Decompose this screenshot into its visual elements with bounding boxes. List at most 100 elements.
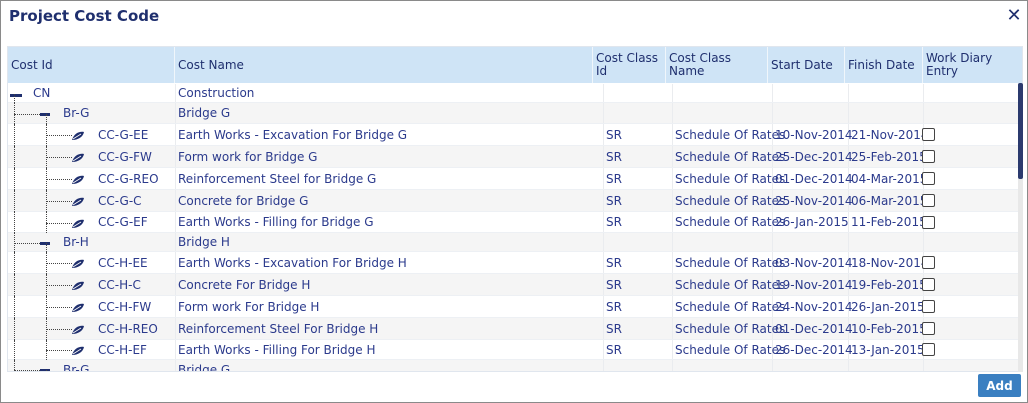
work-diary-checkbox[interactable] [922, 300, 935, 313]
header-cost-class-id[interactable]: Cost Class Id [593, 47, 666, 83]
table-row[interactable]: CC-G-REO Reinforcement Steel for Bridge G… [8, 168, 1018, 190]
cost-name-cell: Earth Works - Filling For Bridge H [178, 342, 376, 357]
collapse-icon[interactable] [40, 369, 50, 371]
start-date-cell: 26-Dec-2014 [775, 342, 853, 357]
cost-class-id-cell: SR [606, 193, 622, 208]
table-row[interactable]: CC-G-FW Form work for Bridge G SR Schedule … [8, 146, 1018, 168]
cost-class-id-cell [603, 84, 606, 102]
column-separator [923, 84, 924, 102]
cost-class-name-cell: Schedule Of Rates [675, 255, 786, 270]
work-diary-checkbox[interactable] [922, 343, 935, 356]
cost-name-cell: Earth Works - Excavation For Bridge G [178, 127, 408, 142]
work-diary-checkbox[interactable] [922, 216, 935, 229]
table-row[interactable]: CC-H-C Concrete For Bridge H SR Schedule Of… [8, 274, 1018, 296]
leaf-icon [71, 130, 85, 140]
work-diary-checkbox[interactable] [922, 150, 935, 163]
cost-class-name-cell: Schedule Of Rates [675, 299, 786, 314]
finish-date-cell: 25-Feb-2015 [851, 149, 927, 164]
project-cost-code-dialog: Project Cost Code ✕ Cost Id Cost Name Co… [0, 0, 1028, 403]
table-row[interactable]: CC-H-EF Earth Works - Filling For Bridge … [8, 340, 1018, 360]
cost-id-cell: CC-H-FW [98, 299, 152, 314]
header-cost-id[interactable]: Cost Id [8, 47, 175, 83]
cost-class-name-cell: Schedule Of Rates [675, 215, 786, 229]
tree-line [46, 285, 72, 286]
cost-id-cell: CC-G-EF [98, 215, 148, 229]
column-separator [923, 103, 924, 123]
table-row[interactable]: CC-H-REO Reinforcement Steel For Bridge H… [8, 318, 1018, 340]
table-row[interactable]: CC-G-EE Earth Works - Excavation For Brid… [8, 124, 1018, 146]
table-row[interactable]: CC-H-FW Form work For Bridge H SR Schedule … [8, 296, 1018, 318]
work-diary-checkbox[interactable] [922, 128, 935, 141]
cost-class-name-cell: Schedule Of Rates [675, 277, 786, 292]
tree-line [14, 274, 15, 296]
tree-line [46, 370, 47, 371]
header-finish-date[interactable]: Finish Date [845, 47, 923, 83]
work-diary-checkbox[interactable] [922, 172, 935, 185]
leaf-icon [71, 302, 85, 312]
collapse-icon[interactable] [40, 113, 50, 116]
table-row[interactable]: Br-H Bridge H [8, 233, 1018, 252]
header-cost-name[interactable]: Cost Name [175, 47, 593, 83]
finish-date-cell: 13-Jan-2015 [851, 342, 925, 357]
scrollbar-thumb[interactable] [1018, 83, 1023, 179]
start-date-cell [772, 84, 775, 102]
cost-class-id-cell: SR [606, 299, 622, 314]
leaf-icon [71, 324, 85, 334]
tree-line [14, 318, 15, 340]
cost-code-grid: Cost Id Cost Name Cost Class Id Cost Cla… [7, 46, 1023, 372]
work-diary-checkbox[interactable] [922, 322, 935, 335]
tree-line [14, 243, 42, 244]
start-date-cell [772, 233, 775, 251]
cost-name-cell: Reinforcement Steel For Bridge H [178, 321, 379, 336]
cost-name-cell: Construction [178, 86, 255, 100]
start-date-cell: 10-Nov-2014 [775, 127, 853, 142]
finish-date-cell: 21-Nov-2014 [851, 127, 929, 142]
table-row[interactable]: CC-G-C Concrete for Bridge G SR Schedule Of… [8, 190, 1018, 212]
table-row[interactable]: CC-H-EE Earth Works - Excavation For Brid… [8, 252, 1018, 274]
finish-date-cell: 26-Jan-2015 [851, 299, 925, 314]
tree-line [46, 243, 47, 252]
cost-class-id-cell: SR [606, 277, 622, 292]
header-work-diary-entry[interactable]: Work Diary Entry [923, 47, 1022, 83]
column-separator [923, 233, 924, 251]
tree-line [14, 190, 15, 212]
cost-class-id-cell [603, 103, 606, 123]
tree-line [14, 340, 15, 360]
cost-id-cell: CC-H-EF [98, 342, 147, 357]
cost-class-id-cell: SR [606, 321, 622, 336]
tree-line [14, 296, 15, 318]
cost-class-id-cell: SR [606, 342, 622, 357]
collapse-icon[interactable] [40, 242, 50, 245]
cost-id-cell: CC-G-REO [98, 171, 159, 186]
finish-date-cell [848, 103, 851, 123]
finish-date-cell: 10-Feb-2015 [851, 321, 927, 336]
leaf-icon [71, 218, 85, 228]
finish-date-cell [848, 233, 851, 251]
start-date-cell: 01-Dec-2014 [775, 321, 853, 336]
header-cost-class-name[interactable]: Cost Class Name [666, 47, 768, 83]
cost-class-id-cell: SR [606, 215, 622, 229]
work-diary-checkbox[interactable] [922, 256, 935, 269]
cost-name-cell: Earth Works - Filling for Bridge G [178, 215, 374, 229]
tree-line [46, 263, 72, 264]
work-diary-checkbox[interactable] [922, 278, 935, 291]
finish-date-cell: 19-Feb-2015 [851, 277, 927, 292]
work-diary-checkbox[interactable] [922, 194, 935, 207]
cost-class-name-cell [672, 360, 675, 371]
table-row[interactable]: Br-G Bridge G [8, 103, 1018, 124]
leaf-icon [71, 345, 85, 355]
table-row[interactable]: Br-G Bridge G [8, 360, 1018, 371]
column-separator [923, 360, 924, 371]
close-icon[interactable]: ✕ [1005, 7, 1023, 25]
cost-id-cell: Br-G [63, 106, 90, 120]
leaf-icon [71, 258, 85, 268]
add-button[interactable]: Add [978, 374, 1021, 397]
collapse-icon[interactable] [10, 94, 22, 97]
header-start-date[interactable]: Start Date [768, 47, 845, 83]
cost-class-name-cell: Schedule Of Rates [675, 321, 786, 336]
cost-class-id-cell: SR [606, 127, 622, 142]
vertical-scrollbar[interactable] [1018, 83, 1023, 372]
cost-id-cell: CC-H-REO [98, 321, 158, 336]
table-row[interactable]: CN Construction [8, 84, 1018, 103]
table-row[interactable]: CC-G-EF Earth Works - Filling for Bridge … [8, 212, 1018, 233]
